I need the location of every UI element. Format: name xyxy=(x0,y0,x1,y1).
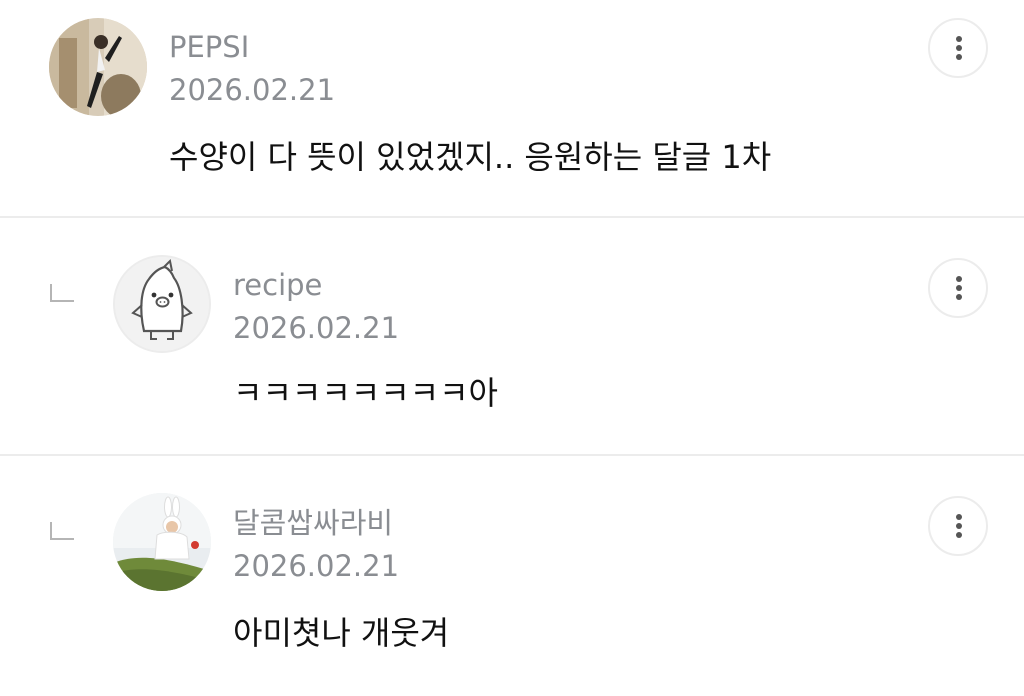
vertical-ellipsis-icon xyxy=(956,514,962,520)
avatar[interactable] xyxy=(113,493,211,591)
reply-arrow-icon xyxy=(50,284,74,302)
comment-author[interactable]: PEPSI xyxy=(169,33,249,62)
comment-text: 아미쳣나 개웃겨 xyxy=(233,614,450,652)
more-options-button[interactable] xyxy=(928,18,988,78)
photo-avatar-dancer-icon xyxy=(49,18,147,116)
more-options-button[interactable] xyxy=(928,258,988,318)
comment-author[interactable]: 달콤쌉싸라비 xyxy=(233,509,393,538)
avatar[interactable] xyxy=(49,18,147,116)
penguin-mascot-icon xyxy=(115,257,209,351)
comment-text: 수양이 다 뜻이 있었겠지.. 응원하는 달글 1차 xyxy=(169,138,772,176)
comment-date: 2026.02.21 xyxy=(233,549,400,583)
vertical-ellipsis-icon xyxy=(956,36,962,42)
comment-text: ㅋㅋㅋㅋㅋㅋㅋㅋ아 xyxy=(233,374,498,412)
comment-date: 2026.02.21 xyxy=(233,311,400,345)
comment-date: 2026.02.21 xyxy=(169,73,336,107)
vertical-ellipsis-icon xyxy=(956,276,962,282)
reply-comment-item: 달콤쌉싸라비 2026.02.21 아미쳣나 개웃겨 xyxy=(0,456,1024,696)
comment-author[interactable]: recipe xyxy=(233,271,322,300)
comment-item: PEPSI 2026.02.21 수양이 다 뜻이 있었겠지.. 응원하는 달글… xyxy=(0,0,1024,217)
photo-avatar-bunny-costume-icon xyxy=(113,493,211,591)
reply-arrow-icon xyxy=(50,522,74,540)
more-options-button[interactable] xyxy=(928,496,988,556)
avatar[interactable] xyxy=(113,255,211,353)
reply-comment-item: recipe 2026.02.21 ㅋㅋㅋㅋㅋㅋㅋㅋ아 xyxy=(0,218,1024,455)
